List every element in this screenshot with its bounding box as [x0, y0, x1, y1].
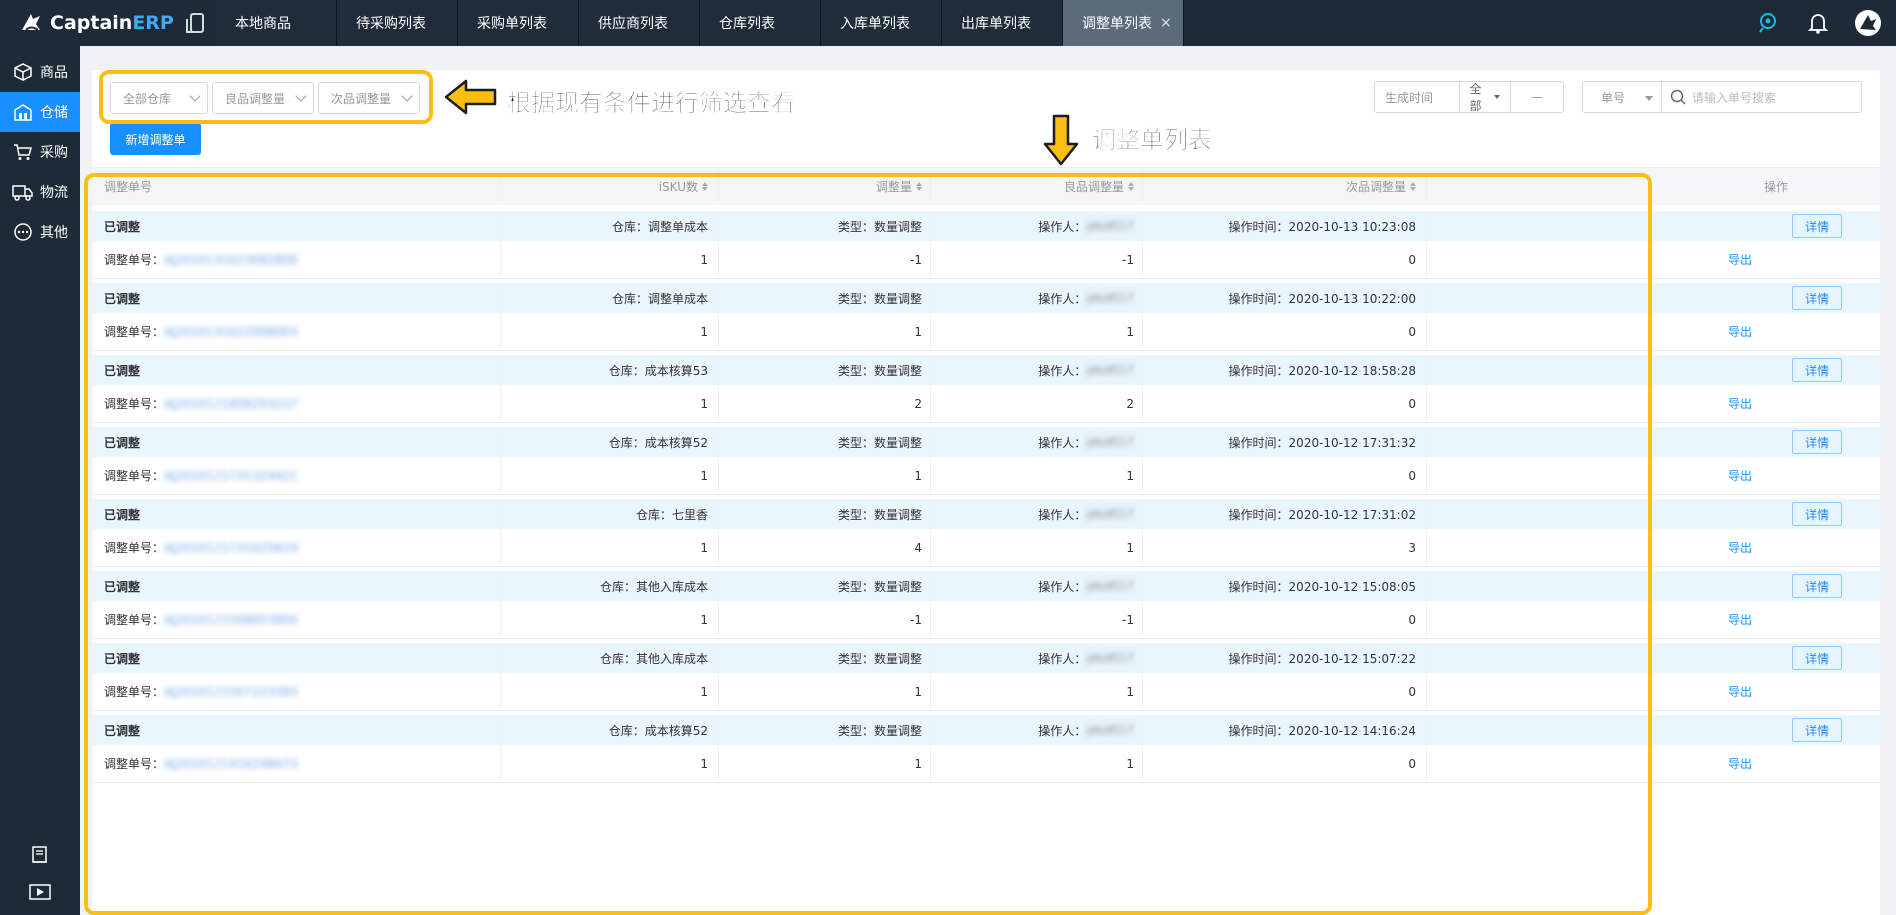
- search-input[interactable]: 请输入单号搜索: [1662, 81, 1862, 113]
- detail-button[interactable]: 详情: [1792, 646, 1842, 670]
- date-filter: 生成时间 全部 —: [1374, 81, 1564, 113]
- search-icon: [1670, 89, 1686, 105]
- sidebar-item-1[interactable]: 仓储: [0, 92, 80, 132]
- book-icon[interactable]: [30, 845, 50, 869]
- tab-label: 出库单列表: [961, 16, 1031, 32]
- sidebar-item-2[interactable]: 采购: [0, 132, 80, 172]
- tab-label: 入库单列表: [840, 16, 910, 32]
- sidebar-item-label: 物流: [40, 185, 68, 201]
- export-link[interactable]: 导出: [1728, 251, 1752, 268]
- date-picker[interactable]: —: [1511, 82, 1563, 112]
- truck-icon: [12, 181, 34, 203]
- sidebar-item-label: 仓储: [40, 105, 68, 121]
- tab-label: 待采购列表: [356, 16, 426, 32]
- sidebar-item-4[interactable]: 其他: [0, 212, 80, 252]
- arrow-left-icon: [444, 78, 498, 120]
- top-bar: Captain ERP 本地商品 待采购列表 采购单列表 供应商列表 仓库列表 入库单列表 出…: [0, 0, 1896, 46]
- tab-6[interactable]: 出库单列表: [942, 0, 1063, 46]
- tab-label: 仓库列表: [719, 16, 775, 32]
- tab-0[interactable]: 本地商品: [216, 0, 337, 46]
- sidebar-item-label: 商品: [40, 65, 68, 81]
- logo-text: Captain: [50, 12, 133, 34]
- export-link[interactable]: 导出: [1728, 611, 1752, 628]
- export-link[interactable]: 导出: [1728, 539, 1752, 556]
- date-range-select[interactable]: 全部: [1460, 82, 1512, 113]
- detail-button[interactable]: 详情: [1792, 286, 1842, 310]
- export-link[interactable]: 导出: [1728, 683, 1752, 700]
- detail-button[interactable]: 详情: [1792, 430, 1842, 454]
- tab-7[interactable]: 调整单列表 ×: [1063, 0, 1184, 46]
- sidebar-item-0[interactable]: 商品: [0, 52, 80, 92]
- warehouse-icon: [12, 101, 34, 123]
- arrow-down-icon: [1042, 114, 1080, 170]
- tab-4[interactable]: 仓库列表: [700, 0, 821, 46]
- export-link[interactable]: 导出: [1728, 467, 1752, 484]
- logo-text-erp: ERP: [132, 12, 174, 34]
- detail-button[interactable]: 详情: [1792, 574, 1842, 598]
- tab-2[interactable]: 采购单列表: [458, 0, 579, 46]
- date-range-value: 全部: [1469, 82, 1482, 113]
- sidebar-item-label: 其他: [40, 225, 68, 241]
- detail-button[interactable]: 详情: [1792, 358, 1842, 382]
- table-highlight-box: [84, 173, 1652, 915]
- caret-down-icon: [1494, 95, 1501, 99]
- main-panel: 全部仓库 良品调整量 次品调整量 新增调整单 根据现有条件进行筛选查看 调整单列…: [84, 70, 1880, 915]
- more-icon: [12, 221, 34, 243]
- filter-highlight-box: [99, 70, 433, 124]
- windows-icon[interactable]: [185, 13, 204, 33]
- tab-3[interactable]: 供应商列表: [579, 0, 700, 46]
- tab-label: 本地商品: [235, 16, 291, 32]
- help-icon[interactable]: [1754, 9, 1782, 37]
- tab-label: 调整单列表: [1082, 16, 1152, 32]
- export-link[interactable]: 导出: [1728, 755, 1752, 772]
- sidebar: 商品仓储采购物流其他: [0, 46, 80, 915]
- tab-strip: 本地商品 待采购列表 采购单列表 供应商列表 仓库列表 入库单列表 出库单列表 调整单列表 ×: [216, 0, 1184, 46]
- detail-button[interactable]: 详情: [1792, 718, 1842, 742]
- tab-5[interactable]: 入库单列表: [821, 0, 942, 46]
- list-hint-text: 调整单列表: [1092, 126, 1213, 155]
- top-icons: [1754, 0, 1882, 46]
- bell-icon[interactable]: [1804, 9, 1832, 37]
- video-icon[interactable]: [29, 883, 51, 905]
- sidebar-item-label: 采购: [40, 145, 68, 161]
- search-placeholder: 请输入单号搜索: [1692, 90, 1777, 105]
- tab-label: 供应商列表: [598, 16, 668, 32]
- new-adjustment-button[interactable]: 新增调整单: [110, 123, 201, 155]
- date-label: 生成时间: [1375, 82, 1460, 112]
- filter-hint-text: 根据现有条件进行筛选查看: [507, 89, 796, 118]
- search-type-select[interactable]: 单号: [1582, 81, 1662, 113]
- sidebar-item-3[interactable]: 物流: [0, 172, 80, 212]
- search-group: 单号 请输入单号搜索: [1582, 81, 1862, 113]
- detail-button[interactable]: 详情: [1792, 502, 1842, 526]
- tab-1[interactable]: 待采购列表: [337, 0, 458, 46]
- tab-label: 采购单列表: [477, 16, 547, 32]
- detail-button[interactable]: 详情: [1792, 214, 1842, 238]
- avatar[interactable]: [1854, 9, 1882, 37]
- app-logo[interactable]: Captain ERP: [0, 0, 204, 46]
- box-icon: [12, 61, 34, 83]
- search-type-value: 单号: [1601, 90, 1626, 105]
- cart-icon: [12, 141, 34, 163]
- export-link[interactable]: 导出: [1728, 323, 1752, 340]
- close-icon[interactable]: ×: [1160, 15, 1172, 31]
- sidebar-bottom: [0, 845, 80, 905]
- caret-down-icon: [1645, 96, 1653, 101]
- captain-logo-icon: [18, 10, 44, 36]
- export-link[interactable]: 导出: [1728, 395, 1752, 412]
